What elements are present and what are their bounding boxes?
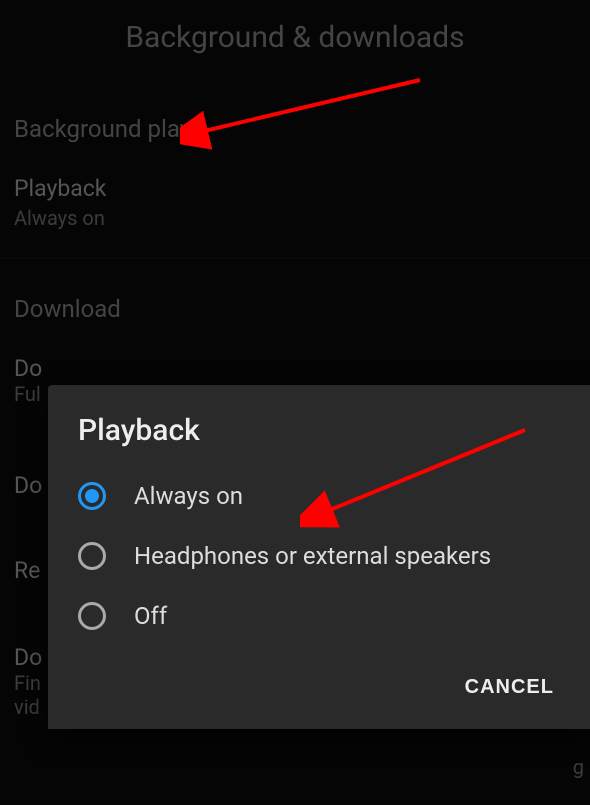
radio-label: Always on	[134, 481, 243, 511]
section-header-background-play: Background play	[0, 79, 590, 157]
playback-value: Always on	[14, 206, 576, 230]
section-header-download: Download	[0, 259, 590, 337]
radio-option-headphones[interactable]: Headphones or external speakers	[48, 526, 590, 586]
dialog-actions: CANCEL	[48, 658, 590, 729]
dialog-title: Playback	[48, 413, 590, 466]
radio-icon	[78, 482, 106, 510]
radio-group: Always on Headphones or external speaker…	[48, 466, 590, 658]
radio-option-always-on[interactable]: Always on	[48, 466, 590, 526]
cancel-button[interactable]: CANCEL	[453, 668, 566, 707]
playback-label: Playback	[14, 175, 576, 202]
playback-setting[interactable]: Playback Always on	[0, 157, 590, 248]
playback-dialog: Playback Always on Headphones or externa…	[48, 385, 590, 729]
download-item-4-suffix: g	[573, 755, 584, 779]
radio-icon	[78, 542, 106, 570]
radio-option-off[interactable]: Off	[48, 586, 590, 646]
radio-icon	[78, 602, 106, 630]
radio-label: Headphones or external speakers	[134, 541, 491, 571]
download-item-1-label: Do	[14, 355, 576, 382]
radio-label: Off	[134, 601, 167, 631]
page-title: Background & downloads	[0, 0, 590, 79]
